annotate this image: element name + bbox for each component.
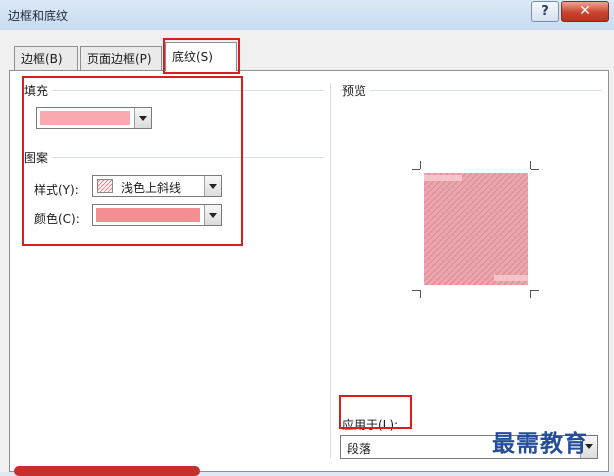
pattern-style-value: 浅色上斜线 [121, 181, 182, 195]
pattern-color-label: 颜色(C): [34, 212, 80, 226]
chevron-down-icon[interactable] [134, 108, 151, 128]
pattern-group-line [24, 157, 324, 158]
preview-area [412, 161, 540, 301]
help-button[interactable]: ? [531, 1, 559, 22]
pattern-color-dropdown[interactable] [92, 204, 222, 226]
fill-color-swatch [40, 111, 130, 125]
tab-borders[interactable]: 边框(B) [14, 46, 78, 70]
column-separator [330, 83, 331, 458]
shading-tab-panel: 填充 图案 样式(Y): 浅色上斜线 颜色(C): 预览 应用于(L): 段落 [9, 70, 609, 472]
close-button[interactable]: ✕ [561, 1, 609, 22]
tab-shading[interactable]: 底纹(S) [165, 42, 237, 71]
pattern-style-label: 样式(Y): [34, 183, 79, 197]
apply-to-value: 段落 [347, 442, 372, 456]
pattern-group-label: 图案 [24, 149, 53, 166]
title-bar: 边框和底纹 ? ✕ [0, 0, 614, 30]
chevron-down-icon[interactable] [204, 176, 221, 196]
dialog-body: 边框(B) 页面边框(P) 底纹(S) 填充 图案 样式(Y): 浅色上斜线 颜… [0, 30, 614, 472]
preview-group-label: 预览 [342, 82, 371, 99]
preview-group-line [340, 90, 602, 91]
apply-to-label: 应用于(L): [342, 418, 399, 432]
watermark-text: 最需教育 [492, 430, 588, 457]
chevron-down-icon[interactable] [204, 205, 221, 225]
pattern-color-swatch [96, 208, 200, 222]
window-title: 边框和底纹 [8, 9, 69, 23]
preview-shaded-block [424, 173, 528, 285]
bottom-banner-strip [14, 466, 200, 476]
fill-group-line [24, 90, 324, 91]
fill-color-dropdown[interactable] [36, 107, 152, 129]
pattern-style-dropdown[interactable]: 浅色上斜线 [92, 175, 222, 197]
tab-page-borders[interactable]: 页面边框(P) [80, 46, 162, 70]
fill-group-label: 填充 [24, 82, 53, 99]
diagonal-pattern-icon [97, 179, 113, 193]
